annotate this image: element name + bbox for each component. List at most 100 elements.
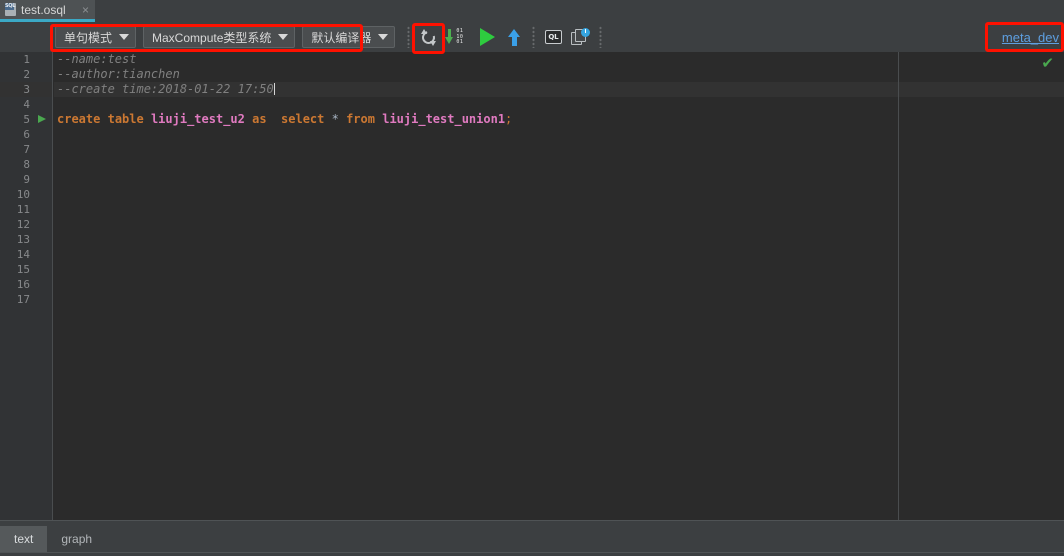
line-number-label: 3 bbox=[23, 83, 30, 96]
download-bits-bottom: 01 bbox=[456, 39, 464, 45]
bottom-bar: text graph bbox=[0, 520, 1064, 556]
code-line[interactable] bbox=[54, 157, 1064, 172]
comment-text: --create time:2018-01-22 17:50 bbox=[57, 82, 274, 96]
sql-token: select bbox=[281, 112, 325, 126]
line-number-label: 14 bbox=[16, 248, 30, 261]
line-number-label: 1 bbox=[23, 53, 30, 66]
sql-token: liuji_test_union1 bbox=[382, 112, 506, 126]
file-tab-label: test.osql bbox=[21, 2, 66, 17]
sql-token: as bbox=[252, 112, 267, 126]
tab-graph[interactable]: graph bbox=[47, 526, 107, 552]
code-line[interactable]: create table liuji_test_u2 as select * f… bbox=[54, 112, 1064, 127]
line-number: 2 bbox=[0, 67, 52, 82]
code-line[interactable] bbox=[54, 262, 1064, 277]
type-system-dropdown[interactable]: MaxCompute类型系统 bbox=[143, 26, 296, 48]
history-button[interactable] bbox=[566, 24, 594, 50]
sync-button[interactable] bbox=[415, 24, 441, 50]
download-icon: 01 10 01 bbox=[445, 29, 467, 45]
run-icon bbox=[480, 28, 496, 46]
file-tab-test-osql[interactable]: SQL test.osql × bbox=[0, 0, 95, 22]
comment-text: --name:test bbox=[57, 52, 137, 66]
line-number: 16 bbox=[0, 277, 52, 292]
run-line-marker-icon[interactable] bbox=[38, 115, 46, 123]
tab-bar: SQL test.osql × bbox=[0, 0, 1064, 22]
code-line[interactable] bbox=[54, 247, 1064, 262]
line-number-label: 5 bbox=[23, 113, 30, 126]
code-line[interactable]: --name:test bbox=[54, 52, 1064, 67]
code-area[interactable]: --name:test --author:tianchen --create tim… bbox=[54, 52, 1064, 520]
sql-file-icon: SQL bbox=[4, 2, 17, 17]
bottom-tabs: text graph bbox=[0, 526, 107, 552]
chevron-down-icon bbox=[119, 34, 130, 40]
line-number-label: 13 bbox=[16, 233, 30, 246]
line-number-label: 9 bbox=[23, 173, 30, 186]
code-line[interactable]: --create time:2018-01-22 17:50 bbox=[54, 82, 1064, 97]
run-button[interactable] bbox=[471, 24, 501, 50]
line-number-label: 12 bbox=[16, 218, 30, 231]
line-number-label: 16 bbox=[16, 278, 30, 291]
upload-button[interactable] bbox=[501, 24, 527, 50]
code-line[interactable] bbox=[54, 142, 1064, 157]
line-number: 12 bbox=[0, 217, 52, 232]
code-line[interactable] bbox=[54, 97, 1064, 112]
line-number: 8 bbox=[0, 157, 52, 172]
line-number: 1 bbox=[0, 52, 52, 67]
line-number: 13 bbox=[0, 232, 52, 247]
code-editor[interactable]: 1 2 3 4 5 6 7 8 9 10 11 12 13 14 15 16 17 --name:test --a… bbox=[0, 52, 1064, 520]
line-number: 6 bbox=[0, 127, 52, 142]
ql-button[interactable]: QL bbox=[540, 24, 566, 50]
line-number: 7 bbox=[0, 142, 52, 157]
code-line[interactable] bbox=[54, 187, 1064, 202]
line-number: 9 bbox=[0, 172, 52, 187]
sql-token: create bbox=[57, 112, 101, 126]
sql-file-icon-badge: SQL bbox=[5, 2, 16, 10]
code-line[interactable] bbox=[54, 232, 1064, 247]
sql-token: * bbox=[331, 112, 339, 126]
code-line[interactable]: --author:tianchen bbox=[54, 67, 1064, 82]
toolbar-separator bbox=[407, 26, 411, 48]
code-line[interactable] bbox=[54, 127, 1064, 142]
code-line[interactable] bbox=[54, 172, 1064, 187]
line-number-label: 17 bbox=[16, 293, 30, 306]
right-margin-guide bbox=[898, 52, 899, 520]
comment-text: --author:tianchen bbox=[57, 67, 180, 81]
line-number-label: 2 bbox=[23, 68, 30, 81]
tab-text[interactable]: text bbox=[0, 526, 48, 552]
line-number: 17 bbox=[0, 292, 52, 307]
compiler-label: 默认编译器 bbox=[311, 30, 372, 45]
code-line[interactable] bbox=[54, 217, 1064, 232]
line-number: 4 bbox=[0, 97, 52, 112]
bottom-divider bbox=[0, 552, 1064, 553]
code-line[interactable] bbox=[54, 277, 1064, 292]
code-line[interactable] bbox=[54, 202, 1064, 217]
type-system-label: MaxCompute类型系统 bbox=[152, 30, 272, 45]
code-line[interactable] bbox=[54, 292, 1064, 307]
chevron-down-icon bbox=[278, 34, 289, 40]
sql-token: table bbox=[107, 112, 144, 126]
line-number-label: 8 bbox=[23, 158, 30, 171]
line-number: 3 bbox=[0, 82, 52, 97]
sync-icon bbox=[419, 28, 438, 46]
compiler-dropdown[interactable]: 默认编译器 bbox=[302, 26, 396, 48]
line-number: 14 bbox=[0, 247, 52, 262]
sql-token: from bbox=[346, 112, 375, 126]
toolbar-separator bbox=[599, 26, 603, 48]
tab-graph-label: graph bbox=[61, 532, 93, 546]
line-number: 10 bbox=[0, 187, 52, 202]
meta-dev-link[interactable]: meta_dev bbox=[1002, 30, 1059, 45]
line-number: 5 bbox=[0, 112, 52, 127]
toolbar-separator bbox=[532, 26, 536, 48]
close-icon[interactable]: × bbox=[81, 4, 90, 16]
download-button[interactable]: 01 10 01 bbox=[441, 24, 471, 50]
statement-mode-dropdown[interactable]: 单句模式 bbox=[55, 26, 137, 48]
line-number-label: 15 bbox=[16, 263, 30, 276]
text-cursor bbox=[273, 83, 275, 95]
line-number: 15 bbox=[0, 262, 52, 277]
history-icon bbox=[571, 27, 591, 46]
line-number-label: 6 bbox=[23, 128, 30, 141]
chevron-down-icon bbox=[378, 34, 389, 40]
